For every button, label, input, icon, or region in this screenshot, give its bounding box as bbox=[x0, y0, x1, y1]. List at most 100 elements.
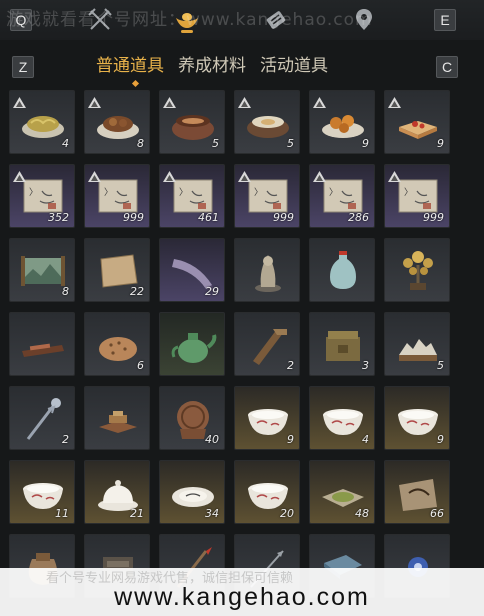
inventory-slot[interactable]: 4 bbox=[9, 90, 75, 154]
inventory-slot[interactable]: 9 bbox=[309, 90, 375, 154]
inventory-slot[interactable]: 20 bbox=[234, 460, 300, 524]
upgrade-badge-icon bbox=[163, 93, 176, 108]
inventory-slot[interactable]: 9 bbox=[384, 386, 450, 450]
item-count: 21 bbox=[130, 507, 144, 520]
item-count: 999 bbox=[123, 211, 144, 224]
tab-event-items[interactable]: 活动道具 bbox=[260, 54, 328, 80]
watermark-url: www.kangehao.com bbox=[114, 583, 370, 611]
inventory-slot[interactable]: 5 bbox=[234, 90, 300, 154]
tab-common-items[interactable]: 普通道具 bbox=[96, 54, 164, 80]
inventory-slot[interactable]: 5 bbox=[159, 90, 225, 154]
tray-icon bbox=[22, 343, 64, 357]
vase-icon bbox=[330, 251, 356, 289]
item-count: 9 bbox=[437, 433, 444, 446]
inventory-grid: 4 8 5 5 9 9 〉 352 〉 999 〉 461 〉 999 〉 286 〉 999 8 22 29 6 2 3 5 2… bbox=[9, 90, 450, 598]
item-count: 4 bbox=[62, 137, 69, 150]
top-navigation-bar: Q E 游戏就看看个号网址：www.kangehao.com bbox=[0, 0, 484, 40]
inventory-slot[interactable]: 5 bbox=[384, 312, 450, 376]
inventory-slot[interactable]: 8 bbox=[84, 90, 150, 154]
svg-text:〉: 〉 bbox=[179, 187, 188, 198]
item-count: 8 bbox=[137, 137, 144, 150]
inventory-slot[interactable] bbox=[309, 238, 375, 302]
wooden-tool-icon bbox=[253, 329, 287, 365]
inventory-slot[interactable] bbox=[9, 312, 75, 376]
item-count: 34 bbox=[205, 507, 219, 520]
upgrade-badge-icon bbox=[13, 167, 26, 182]
svg-text:〉: 〉 bbox=[29, 187, 38, 198]
item-count: 22 bbox=[130, 285, 144, 298]
upgrade-badge-icon bbox=[238, 93, 251, 108]
item-count: 9 bbox=[287, 433, 294, 446]
item-count: 5 bbox=[212, 137, 219, 150]
inventory-slot[interactable]: 21 bbox=[84, 460, 150, 524]
item-count: 999 bbox=[423, 211, 444, 224]
inventory-slot[interactable]: 6 bbox=[84, 312, 150, 376]
inventory-slot[interactable]: 11 bbox=[9, 460, 75, 524]
inventory-slot[interactable]: 3 bbox=[309, 312, 375, 376]
jade-teapot-icon bbox=[171, 333, 217, 363]
porcelain-bowl-icon bbox=[398, 409, 438, 435]
inventory-slot[interactable]: 〉 352 bbox=[9, 164, 75, 228]
inventory-slot[interactable]: 66 bbox=[384, 460, 450, 524]
tab-cultivation-materials[interactable]: 养成材料 bbox=[178, 54, 246, 80]
porcelain-bowl-icon bbox=[248, 409, 288, 435]
item-count: 48 bbox=[355, 507, 369, 520]
inventory-slot[interactable]: 40 bbox=[159, 386, 225, 450]
svg-text:〉: 〉 bbox=[254, 187, 263, 198]
inventory-slot[interactable]: 〉 999 bbox=[84, 164, 150, 228]
item-count: 6 bbox=[137, 359, 144, 372]
inventory-slot[interactable]: 〉 461 bbox=[159, 164, 225, 228]
ornate-staff-icon bbox=[26, 398, 61, 440]
bronze-box-icon bbox=[326, 331, 360, 361]
inventory-slot[interactable]: 22 bbox=[84, 238, 150, 302]
inventory-slot[interactable] bbox=[159, 312, 225, 376]
inventory-slot[interactable]: 8 bbox=[9, 238, 75, 302]
porcelain-bowl-icon bbox=[323, 409, 363, 435]
svg-text:〉: 〉 bbox=[404, 187, 413, 198]
flatbread-icon bbox=[99, 337, 137, 361]
c-key-hint[interactable]: C bbox=[436, 56, 458, 78]
item-count: 66 bbox=[430, 507, 444, 520]
inventory-slot[interactable]: 〉 999 bbox=[234, 164, 300, 228]
inventory-slot[interactable]: 2 bbox=[234, 312, 300, 376]
item-count: 40 bbox=[205, 433, 219, 446]
inventory-slot[interactable]: 34 bbox=[159, 460, 225, 524]
item-count: 3 bbox=[362, 359, 369, 372]
inventory-slot[interactable]: 〉 286 bbox=[309, 164, 375, 228]
inventory-slot[interactable] bbox=[84, 386, 150, 450]
item-count: 9 bbox=[362, 137, 369, 150]
item-count: 8 bbox=[62, 285, 69, 298]
upgrade-badge-icon bbox=[388, 93, 401, 108]
inventory-slot[interactable]: 2 bbox=[9, 386, 75, 450]
inventory-slot[interactable]: 9 bbox=[234, 386, 300, 450]
inventory-slot[interactable] bbox=[234, 238, 300, 302]
upgrade-badge-icon bbox=[388, 167, 401, 182]
item-count: 29 bbox=[205, 285, 219, 298]
inventory-slot[interactable] bbox=[384, 238, 450, 302]
svg-text:〉: 〉 bbox=[329, 187, 338, 198]
inventory-slot[interactable]: 4 bbox=[309, 386, 375, 450]
upgrade-badge-icon bbox=[88, 167, 101, 182]
item-count: 461 bbox=[198, 211, 219, 224]
item-count: 5 bbox=[437, 359, 444, 372]
statue-icon bbox=[255, 255, 281, 292]
item-count: 352 bbox=[48, 211, 69, 224]
svg-text:〉: 〉 bbox=[104, 187, 113, 198]
watermark-banner: 看个号专业网易游戏代售，诚信担保可信赖 www.kangehao.com bbox=[0, 568, 484, 616]
inventory-slot[interactable]: 29 bbox=[159, 238, 225, 302]
item-count: 9 bbox=[437, 137, 444, 150]
upgrade-badge-icon bbox=[88, 93, 101, 108]
item-count: 20 bbox=[280, 507, 294, 520]
inventory-slot[interactable]: 9 bbox=[384, 90, 450, 154]
category-tabs: 普通道具 养成材料 活动道具 bbox=[96, 54, 328, 80]
inventory-slot[interactable]: 48 bbox=[309, 460, 375, 524]
inventory-slot[interactable]: 〉 999 bbox=[384, 164, 450, 228]
item-count: 5 bbox=[287, 137, 294, 150]
upgrade-badge-icon bbox=[313, 167, 326, 182]
item-count: 2 bbox=[62, 433, 69, 446]
upgrade-badge-icon bbox=[163, 167, 176, 182]
upgrade-badge-icon bbox=[313, 93, 326, 108]
item-count: 4 bbox=[362, 433, 369, 446]
z-key-hint[interactable]: Z bbox=[12, 56, 34, 78]
watermark-text: 游戏就看看个号网址：www.kangehao.com bbox=[6, 10, 373, 30]
